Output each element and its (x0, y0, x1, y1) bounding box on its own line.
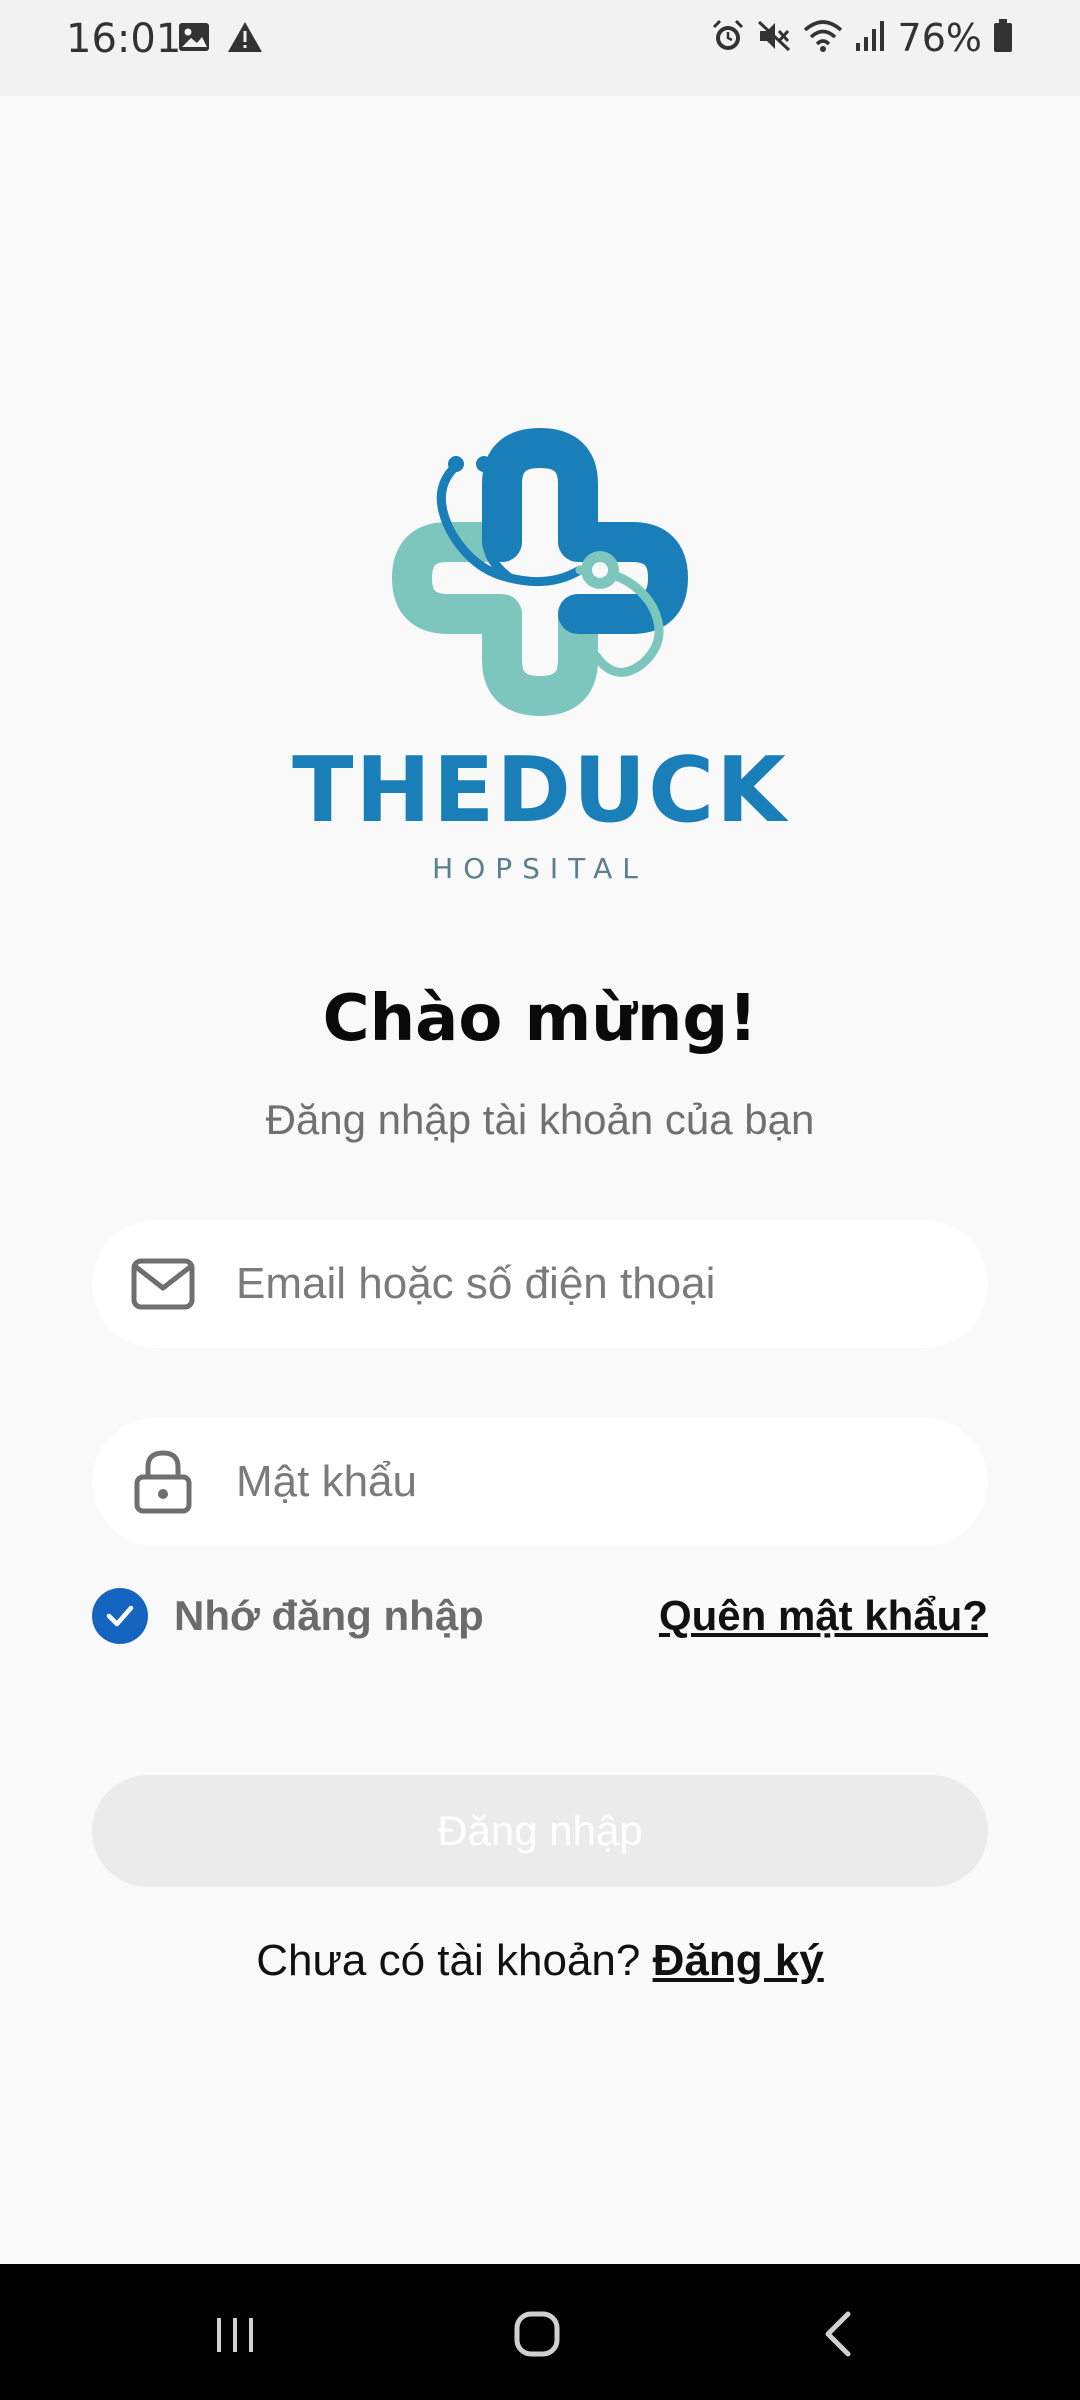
status-right: 76% (710, 16, 1014, 60)
email-field[interactable] (92, 1220, 988, 1348)
email-input[interactable] (234, 1258, 918, 1310)
recent-apps-icon[interactable] (195, 2294, 275, 2374)
login-button[interactable]: Đăng nhập (92, 1775, 988, 1887)
brand-subtitle: HOPSITAL (432, 852, 648, 885)
remember-label: Nhớ đăng nhập (174, 1592, 484, 1639)
mail-icon (128, 1249, 198, 1319)
signup-link[interactable]: Đăng ký (653, 1936, 824, 1985)
password-field[interactable] (92, 1418, 988, 1546)
mute-icon (756, 18, 792, 59)
warning-icon (227, 20, 263, 59)
remember-me[interactable]: Nhớ đăng nhập (92, 1588, 484, 1644)
status-bar: 16:01 76% (0, 0, 1080, 96)
status-time: 16:01 (66, 16, 182, 62)
forgot-password-link[interactable]: Quên mật khẩu? (659, 1592, 988, 1640)
check-icon (106, 1605, 134, 1627)
remember-checkbox[interactable] (92, 1588, 148, 1644)
image-icon (177, 20, 211, 59)
welcome-title: Chào mừng! (322, 982, 758, 1056)
wifi-icon (802, 18, 844, 59)
status-left-icons (177, 20, 263, 59)
hospital-logo: THEDUCK HOPSITAL (0, 420, 1080, 885)
signal-icon (854, 19, 888, 58)
alarm-icon (710, 18, 746, 59)
back-icon[interactable] (800, 2294, 880, 2374)
battery-percent: 76% (897, 16, 982, 60)
signup-row: Chưa có tài khoản? Đăng ký (0, 1936, 1080, 1986)
brand-name: THEDUCK (292, 738, 788, 843)
welcome-subtitle: Đăng nhập tài khoản của bạn (265, 1096, 815, 1143)
battery-icon (992, 18, 1014, 59)
navigation-bar (0, 2264, 1080, 2400)
home-icon[interactable] (497, 2294, 577, 2374)
cross-stethoscope-icon (392, 428, 688, 716)
password-input[interactable] (234, 1456, 918, 1508)
signup-prompt: Chưa có tài khoản? (256, 1936, 653, 1985)
lock-icon (128, 1447, 198, 1517)
